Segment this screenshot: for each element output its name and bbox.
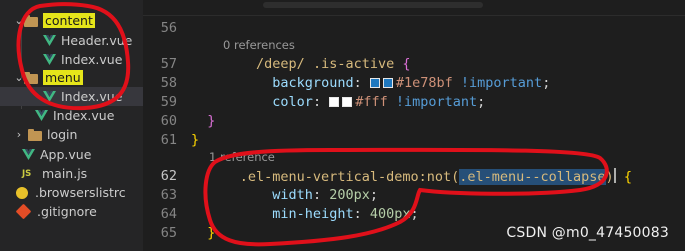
line-number: 61 <box>160 132 177 148</box>
colon: : <box>353 206 362 222</box>
code-editor[interactable]: 56 0 references 57 /deep/ .is-active { 5… <box>143 0 685 251</box>
vue-file-icon <box>43 91 56 102</box>
tree-item-label: login <box>47 127 78 142</box>
code-line[interactable]: 56 <box>143 18 685 38</box>
tree-file-gitignore[interactable]: .gitignore <box>0 202 143 221</box>
line-number: 57 <box>160 56 177 72</box>
folder-icon <box>24 14 38 27</box>
chevron-right-icon: › <box>16 128 22 141</box>
semicolon: ; <box>477 94 486 110</box>
tree-item-label: Header.vue <box>61 33 133 48</box>
vue-file-icon <box>43 54 56 65</box>
tree-file-main-js[interactable]: JS main.js <box>0 164 143 183</box>
selected-text[interactable]: .el-menu--collapse <box>459 168 606 185</box>
line-number: 59 <box>160 94 177 110</box>
css-value: #fff <box>355 94 388 110</box>
tree-file-index-vue-2[interactable]: Index.vue <box>0 106 143 125</box>
vue-file-icon <box>35 110 48 121</box>
brace: } <box>207 225 216 241</box>
line-number: 60 <box>160 113 177 129</box>
code-line[interactable]: 64 min-height: 400px; <box>143 204 685 224</box>
tree-item-label: Index.vue <box>61 89 123 104</box>
watermark: CSDN @m0_47450083 <box>506 225 669 241</box>
semicolon: ; <box>410 206 419 222</box>
tree-item-label: menu <box>43 70 83 85</box>
line-number: 58 <box>160 75 177 91</box>
chevron-down-icon: ⌄ <box>14 14 24 27</box>
colon: : <box>312 94 322 110</box>
folder-icon <box>24 71 38 84</box>
color-swatch[interactable] <box>329 97 340 107</box>
git-icon <box>15 203 32 220</box>
line-number: 62 <box>160 168 177 184</box>
tree-folder-content[interactable]: ⌄ content <box>0 11 143 30</box>
vue-file-icon <box>22 149 35 160</box>
code-line[interactable]: 61 } <box>143 130 685 150</box>
folder-icon <box>28 128 42 141</box>
line-number: 56 <box>160 20 177 36</box>
line-number: 65 <box>160 225 177 241</box>
css-property: color <box>272 94 313 110</box>
line-number: 64 <box>160 206 177 222</box>
tree-item-label: content <box>43 13 95 28</box>
code-line[interactable]: 59 color: #fff !important; <box>143 92 685 112</box>
tree-folder-login[interactable]: › login <box>0 125 143 144</box>
tree-item-label: Index.vue <box>53 108 115 123</box>
tree-item-label: App.vue <box>40 147 92 162</box>
css-property: min-height <box>272 206 354 222</box>
tree-item-label: Index.vue <box>61 52 123 67</box>
color-swatch[interactable] <box>342 97 353 107</box>
tree-item-label: .gitignore <box>37 204 97 219</box>
tree-file-header-vue[interactable]: Header.vue <box>0 31 143 50</box>
browserslist-icon <box>16 186 28 199</box>
tree-file-browserslistrc[interactable]: .browserslistrc <box>0 183 143 202</box>
tree-item-label: .browserslistrc <box>35 185 126 200</box>
code-line[interactable]: 60 } <box>143 111 685 131</box>
semicolon: ; <box>542 75 551 91</box>
tree-item-label: main.js <box>42 166 88 181</box>
tree-folder-menu[interactable]: ⌄ menu <box>0 68 143 87</box>
brace: } <box>191 132 200 148</box>
brace: } <box>207 113 216 129</box>
vue-file-icon <box>43 35 56 46</box>
tree-file-index-vue[interactable]: Index.vue <box>0 50 143 69</box>
tree-file-menu-index-vue[interactable]: Index.vue <box>0 87 143 106</box>
javascript-icon: JS <box>22 168 32 179</box>
chevron-down-icon: ⌄ <box>14 71 24 84</box>
paren: ) <box>605 168 614 185</box>
important-keyword: !important <box>395 94 478 110</box>
brace: { <box>623 168 632 185</box>
editor-top-edge <box>143 0 685 16</box>
line-number: 63 <box>160 187 177 203</box>
explorer-sidebar: ⌄ content Header.vue Index.vue ⌄ menu In… <box>0 0 143 251</box>
css-value: 400px <box>369 206 411 222</box>
tree-file-app-vue[interactable]: App.vue <box>0 145 143 164</box>
